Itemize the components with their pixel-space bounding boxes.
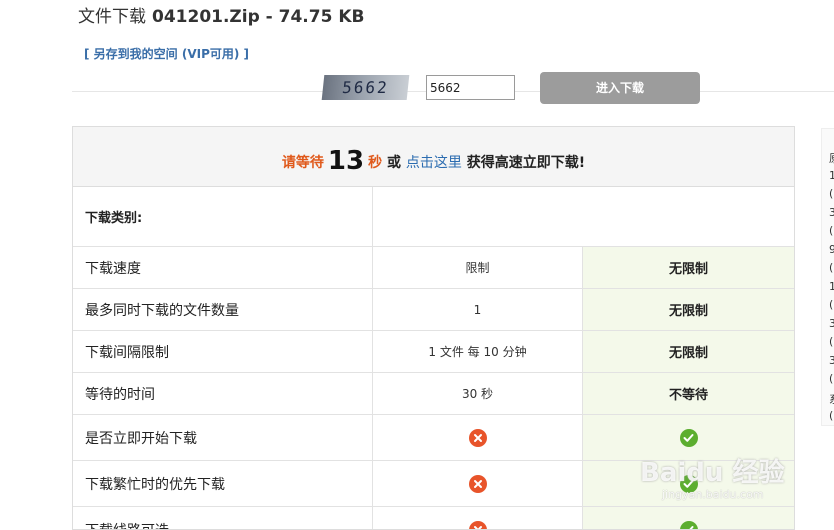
side-text: ( xyxy=(829,298,833,311)
row-label: 下载间隔限制 xyxy=(73,331,373,372)
file-name: 041201.Zip - 74.75 KB xyxy=(152,7,364,27)
side-text: ( xyxy=(829,409,833,422)
comparison-row: 下载速度限制无限制 xyxy=(73,247,794,289)
side-text: 3 xyxy=(829,354,834,367)
comparison-row: 最多同时下载的文件数量1无限制 xyxy=(73,289,794,331)
side-text: ( xyxy=(829,261,833,274)
vip-value: 无限制 xyxy=(583,247,794,288)
side-text: 3 xyxy=(829,206,834,219)
countdown-seconds: 13 xyxy=(328,146,364,176)
title-prefix: 文件下载 xyxy=(78,7,146,27)
captcha-image: 5662 xyxy=(322,75,410,100)
check-circle-icon xyxy=(680,521,698,530)
wait-text: 请等待 xyxy=(282,155,324,171)
enter-download-button[interactable]: 进入下载 xyxy=(540,72,700,104)
row-label: 最多同时下载的文件数量 xyxy=(73,289,373,330)
free-cell xyxy=(373,415,583,460)
page-title: 文件下载 041201.Zip - 74.75 KB xyxy=(78,2,364,27)
free-value: 1 文件 每 10 分钟 xyxy=(373,331,583,372)
row-label: 下载速度 xyxy=(73,247,373,288)
captcha-input[interactable] xyxy=(426,75,515,100)
free-cell xyxy=(373,507,583,530)
row-label: 下载线路可选 xyxy=(73,507,373,530)
row-label: 下载繁忙时的优先下载 xyxy=(73,461,373,506)
comparison-row: 等待的时间30 秒不等待 xyxy=(73,373,794,415)
click-here-link[interactable]: 点击这里 xyxy=(406,155,462,171)
x-circle-icon xyxy=(469,521,487,530)
check-circle-icon xyxy=(680,429,698,447)
x-circle-icon xyxy=(469,475,487,493)
side-text: 原 xyxy=(829,150,834,166)
watermark-url: jingyan.baidu.com xyxy=(662,488,764,501)
watermark: Baidu 经验 xyxy=(640,452,784,489)
side-text: 系 xyxy=(829,391,834,407)
download-type-label: 下载类别: xyxy=(73,187,373,246)
vip-value: 无限制 xyxy=(583,331,794,372)
side-text: ( xyxy=(829,372,833,385)
or-text: 或 xyxy=(387,155,401,171)
row-label: 是否立即开始下载 xyxy=(73,415,373,460)
vip-value: 不等待 xyxy=(583,373,794,414)
free-value: 限制 xyxy=(373,247,583,288)
side-text: ( xyxy=(829,335,833,348)
vip-cell xyxy=(583,507,794,530)
side-text: ( xyxy=(829,187,833,200)
fast-download-text: 获得高速立即下载! xyxy=(467,155,585,171)
wait-banner: 请等待13秒 或 点击这里 获得高速立即下载! xyxy=(73,127,794,187)
side-text: 1 xyxy=(829,280,834,293)
side-text: ( xyxy=(829,224,833,237)
side-text: 3 xyxy=(829,317,834,330)
comparison-row: 下载间隔限制1 文件 每 10 分钟无限制 xyxy=(73,331,794,373)
free-cell xyxy=(373,461,583,506)
side-text: 1 xyxy=(829,169,834,182)
row-label: 等待的时间 xyxy=(73,373,373,414)
seconds-unit: 秒 xyxy=(368,155,382,171)
captcha-row: 下载类别: xyxy=(73,187,794,247)
free-value: 1 xyxy=(373,289,583,330)
comparison-row: 下载线路可选 xyxy=(73,507,794,530)
free-value: 30 秒 xyxy=(373,373,583,414)
vip-value: 无限制 xyxy=(583,289,794,330)
x-circle-icon xyxy=(469,429,487,447)
save-to-space-link[interactable]: [ 另存到我的空间 (VIP可用) ] xyxy=(84,45,249,62)
side-text: 9 xyxy=(829,243,834,256)
